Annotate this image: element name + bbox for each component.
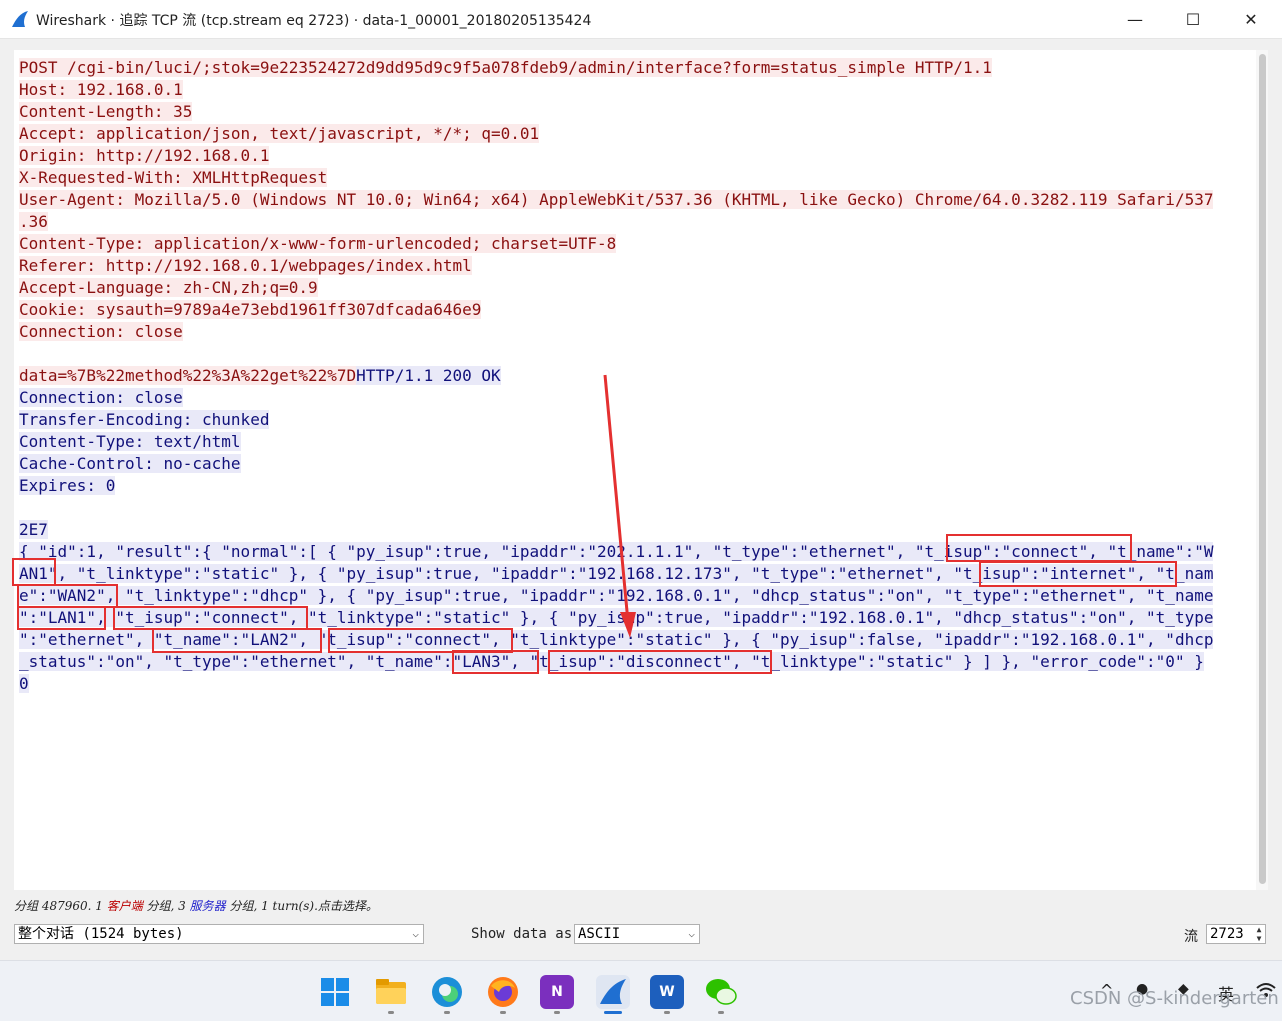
conversation-select-value: 整个对话 (1524 bytes)	[18, 926, 184, 942]
show-data-value: ASCII	[578, 926, 621, 942]
stream-number-value: 2723	[1210, 926, 1244, 942]
show-data-label: Show data as	[471, 926, 573, 942]
watermark: CSDN @S-kindergarten	[1070, 988, 1279, 1009]
running-indicator	[718, 1011, 724, 1014]
word-icon[interactable]: W	[650, 975, 684, 1009]
chevron-down-icon: ⌵	[412, 927, 419, 940]
active-indicator	[604, 1011, 622, 1014]
spin-arrows-icon[interactable]: ▲ ▼	[1253, 925, 1265, 943]
stream-status-text: 分组 487960. 1 客户端 分组, 3 服务器 分组, 1 turn(s)…	[14, 897, 378, 914]
stream-number-spinbox[interactable]: 2723 ▲ ▼	[1206, 924, 1266, 944]
firefox-icon[interactable]	[486, 975, 520, 1009]
client-link[interactable]: 客户端	[107, 899, 143, 913]
show-data-select[interactable]: ASCII ⌵	[574, 924, 700, 944]
status-part-2: 分组, 3	[142, 899, 190, 913]
server-link[interactable]: 服务器	[190, 899, 226, 913]
wireshark-icon[interactable]	[596, 975, 630, 1009]
running-indicator	[444, 1011, 450, 1014]
annotation-arrow-icon	[603, 374, 636, 638]
running-indicator	[554, 1011, 560, 1014]
conversation-select[interactable]: 整个对话 (1524 bytes) ⌵	[14, 924, 424, 944]
status-part-3: 分组, 1 turn(s).点击选择。	[225, 899, 378, 913]
stream-label: 流	[1184, 929, 1198, 945]
status-part-1: 分组 487960. 1	[14, 899, 107, 913]
running-indicator	[500, 1011, 506, 1014]
running-indicator	[664, 1011, 670, 1014]
edge-browser-icon[interactable]	[430, 975, 464, 1009]
running-indicator	[388, 1011, 394, 1014]
windows-start-icon[interactable]	[318, 975, 352, 1009]
file-explorer-icon[interactable]	[374, 975, 408, 1009]
wechat-icon[interactable]	[704, 975, 738, 1009]
onenote-icon[interactable]: N	[540, 975, 574, 1009]
chevron-down-icon: ⌵	[688, 927, 695, 940]
